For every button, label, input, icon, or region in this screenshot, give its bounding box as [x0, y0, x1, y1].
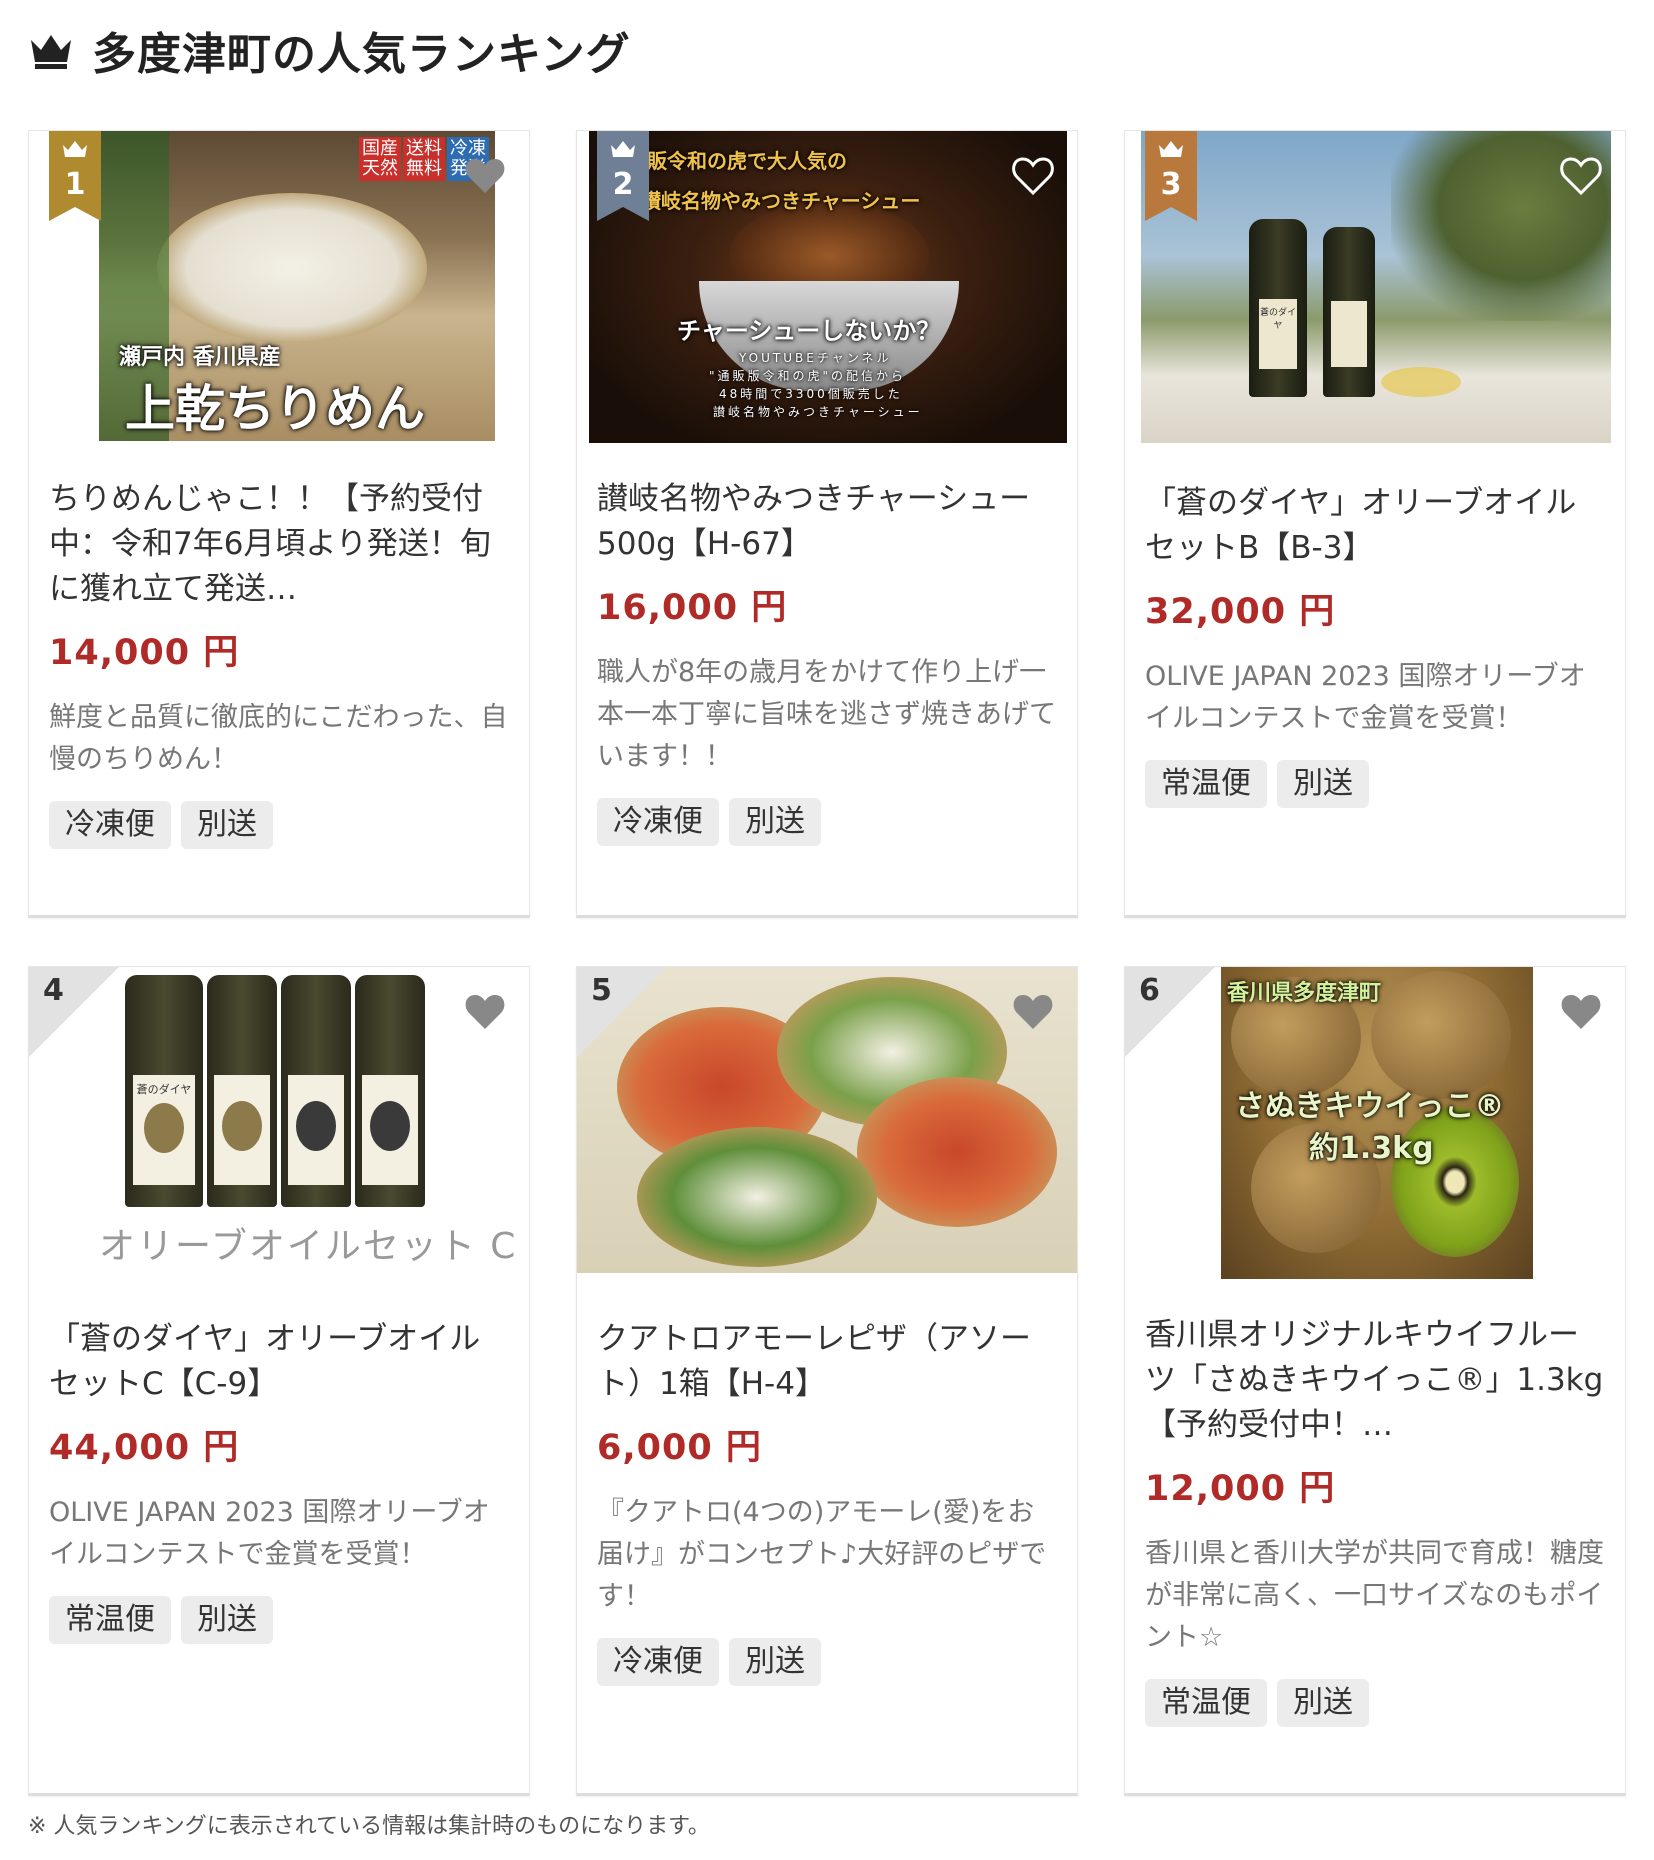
product-price: 12,000 円 [1145, 1469, 1336, 1509]
product-title[interactable]: クアトロアモーレピザ（アソート）1箱【H-4】 [597, 1317, 1057, 1407]
product-image[interactable]: 香川県多度津町 さぬきキウイっこ® 約1.3kg 6 [1125, 967, 1625, 1283]
product-title[interactable]: ちりめんじゃこ！！【予約受付中：令和7年6月頃より発送！旬に獲れ立て発送… [49, 477, 509, 612]
rank-number: 6 [1139, 973, 1160, 1008]
product-price: 6,000 円 [597, 1428, 762, 1468]
shipping-tag: 冷凍便 [597, 798, 719, 846]
product-title[interactable]: 「蒼のダイヤ」オリーブオイルセットC【C-9】 [49, 1317, 509, 1407]
product-description: 香川県と香川大学が共同で育成！糖度が非常に高く、一口サイズなのもポイント☆ [1145, 1538, 1604, 1653]
product-image[interactable]: 蒼のダイヤ 3 [1125, 131, 1625, 443]
favorite-heart-icon[interactable] [1557, 151, 1605, 199]
rank-badge-1: 1 [49, 131, 101, 221]
shipping-tag: 別送 [729, 798, 821, 846]
product-image[interactable]: 蒼のダイヤ オリーブオイルセット C 4 [29, 967, 529, 1287]
ranking-card[interactable]: 蒼のダイヤ 3 「蒼のダイヤ」オリーブオイルセットB【B-3】 32,000 円… [1124, 130, 1626, 918]
product-image[interactable]: 販令和の虎で大人気の 讃岐名物やみつきチャーシュー チャーシューしないか？ YO… [577, 131, 1077, 443]
ranking-card[interactable]: 販令和の虎で大人気の 讃岐名物やみつきチャーシュー チャーシューしないか？ YO… [576, 130, 1078, 918]
rank-number: 5 [591, 973, 612, 1008]
image-caption: オリーブオイルセット C [99, 1226, 518, 1267]
product-price: 44,000 円 [49, 1428, 240, 1468]
rank-number: 4 [43, 973, 64, 1008]
favorite-heart-icon[interactable] [1009, 151, 1057, 199]
shipping-tag: 冷凍便 [597, 1638, 719, 1686]
ranking-header: 多度津町の人気ランキング [28, 18, 631, 82]
product-title[interactable]: 香川県オリジナルキウイフルーツ「さぬきキウイっこ®」1.3kg【予約受付中！… [1145, 1313, 1605, 1448]
favorite-heart-icon[interactable] [1009, 987, 1057, 1035]
product-price: 14,000 円 [49, 633, 240, 673]
product-description: 『クアトロ(4つの)アモーレ(愛)をお届け』がコンセプト♪大好評のピザです！ [597, 1497, 1047, 1612]
product-description: 職人が8年の歳月をかけて作り上げ一本一本丁寧に旨味を逃さず焼きあげています！！ [597, 657, 1056, 772]
image-main-text: 上乾ちりめん [125, 380, 425, 438]
product-description: 鮮度と品質に徹底的にこだわった、自慢のちりめん！ [49, 702, 508, 775]
shipping-tag: 別送 [181, 1596, 273, 1644]
favorite-heart-icon[interactable] [461, 151, 509, 199]
favorite-heart-icon[interactable] [1557, 987, 1605, 1035]
shipping-tag: 別送 [1277, 1679, 1369, 1727]
shipping-tag: 常温便 [1145, 1679, 1267, 1727]
ranking-card[interactable]: 蒼のダイヤ オリーブオイルセット C 4 「蒼のダイヤ」オリーブオイルセットC【… [28, 966, 530, 1796]
ranking-card[interactable]: 5 クアトロアモーレピザ（アソート）1箱【H-4】 6,000 円 『クアトロ(… [576, 966, 1078, 1796]
product-title[interactable]: 「蒼のダイヤ」オリーブオイルセットB【B-3】 [1145, 481, 1605, 571]
footnote: ※ 人気ランキングに表示されている情報は集計時のものになります。 [28, 1814, 710, 1839]
page-title: 多度津町の人気ランキング [92, 29, 631, 80]
shipping-tag: 常温便 [49, 1596, 171, 1644]
product-description: OLIVE JAPAN 2023 国際オリーブオイルコンテストで金賞を受賞！ [1145, 661, 1586, 734]
product-description: OLIVE JAPAN 2023 国際オリーブオイルコンテストで金賞を受賞！ [49, 1497, 490, 1570]
image-subtext: 瀬戸内 香川県産 [119, 345, 281, 370]
shipping-tag: 別送 [729, 1638, 821, 1686]
rank-badge-2: 2 [597, 131, 649, 221]
shipping-tag: 別送 [1277, 760, 1369, 808]
ranking-card[interactable]: 香川県多度津町 さぬきキウイっこ® 約1.3kg 6 香川県オリジナルキウイフル… [1124, 966, 1626, 1796]
product-image[interactable]: 5 [577, 967, 1077, 1277]
ranking-card[interactable]: 国産天然 送料無料 冷凍発送 瀬戸内 香川県産 上乾ちりめん 1 ちりめんじゃこ… [28, 130, 530, 918]
shipping-tag: 別送 [181, 801, 273, 849]
crown-icon [31, 35, 71, 69]
shipping-tag: 冷凍便 [49, 801, 171, 849]
product-title[interactable]: 讃岐名物やみつきチャーシュー500g【H-67】 [597, 477, 1057, 567]
rank-badge-3: 3 [1145, 131, 1197, 221]
shipping-tag: 常温便 [1145, 760, 1267, 808]
product-price: 16,000 円 [597, 588, 788, 628]
product-price: 32,000 円 [1145, 592, 1336, 632]
product-image[interactable]: 国産天然 送料無料 冷凍発送 瀬戸内 香川県産 上乾ちりめん 1 [29, 131, 529, 443]
favorite-heart-icon[interactable] [461, 987, 509, 1035]
